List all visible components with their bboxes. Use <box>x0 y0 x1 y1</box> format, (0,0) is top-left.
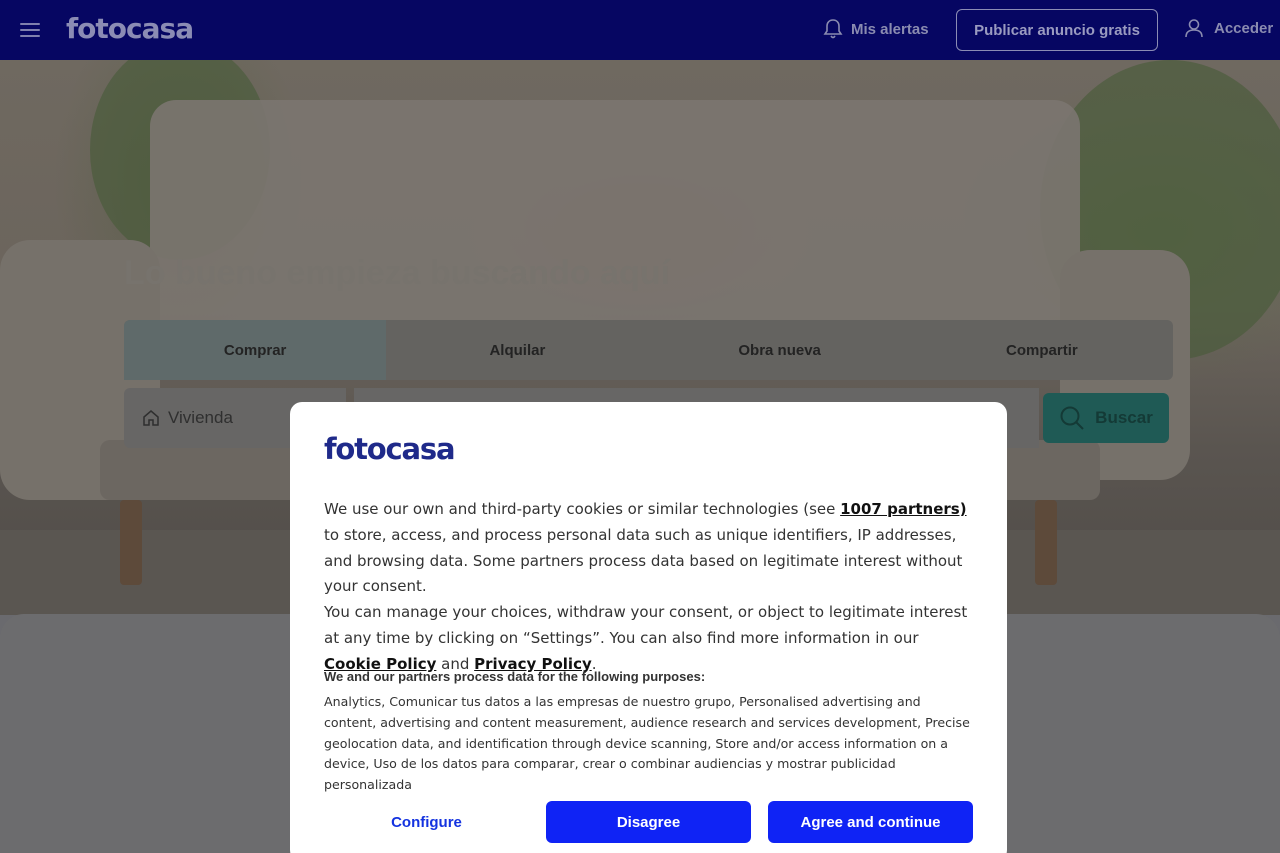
consent-text-part: You can manage your choices, withdraw yo… <box>324 603 968 647</box>
agree-button[interactable]: Agree and continue <box>768 801 973 843</box>
alerts-link[interactable]: Mis alertas <box>823 18 929 40</box>
modal-logo: fotocasa <box>324 432 456 466</box>
tab-compartir[interactable]: Compartir <box>911 320 1173 380</box>
fotocasa-logo[interactable]: fotocasa <box>66 12 194 45</box>
top-header: fotocasa Mis alertas Publicar anuncio gr… <box>0 0 1280 60</box>
search-button[interactable]: Buscar <box>1043 393 1169 443</box>
sofa-leg-decoration <box>1035 500 1057 585</box>
sofa-leg-decoration <box>120 500 142 585</box>
consent-text-part: to store, access, and process personal d… <box>324 525 963 596</box>
login-link[interactable]: Acceder <box>1184 18 1273 38</box>
user-icon <box>1185 19 1203 38</box>
disagree-button[interactable]: Disagree <box>546 801 751 843</box>
configure-button[interactable]: Configure <box>324 801 529 843</box>
publish-ad-button[interactable]: Publicar anuncio gratis <box>956 9 1158 51</box>
tab-obra-nueva[interactable]: Obra nueva <box>649 320 911 380</box>
alerts-label: Mis alertas <box>851 20 929 38</box>
partners-link[interactable]: 1007 partners) <box>840 500 966 518</box>
search-tabs: Comprar Alquilar Obra nueva Compartir <box>124 320 1173 380</box>
bell-icon <box>823 19 843 39</box>
hero-title: Lo bueno empieza buscando aquí <box>124 254 670 292</box>
sofa-decoration <box>150 100 1080 340</box>
consent-description: We use our own and third-party cookies o… <box>324 497 974 678</box>
tab-comprar[interactable]: Comprar <box>124 320 387 380</box>
hamburger-menu-icon[interactable] <box>20 20 40 40</box>
home-icon <box>143 410 159 426</box>
cookie-consent-dialog: fotocasa We use our own and third-party … <box>290 402 1007 853</box>
search-button-label: Buscar <box>1095 408 1153 427</box>
property-type-value: Vivienda <box>168 408 233 427</box>
tab-alquilar[interactable]: Alquilar <box>386 320 648 380</box>
consent-text-part: We use our own and third-party cookies o… <box>324 500 841 518</box>
purposes-list: Analytics, Comunicar tus datos a las emp… <box>324 694 970 793</box>
purposes-title: We and our partners process data for the… <box>324 669 706 684</box>
search-icon <box>1060 406 1084 430</box>
login-label: Acceder <box>1214 19 1274 37</box>
